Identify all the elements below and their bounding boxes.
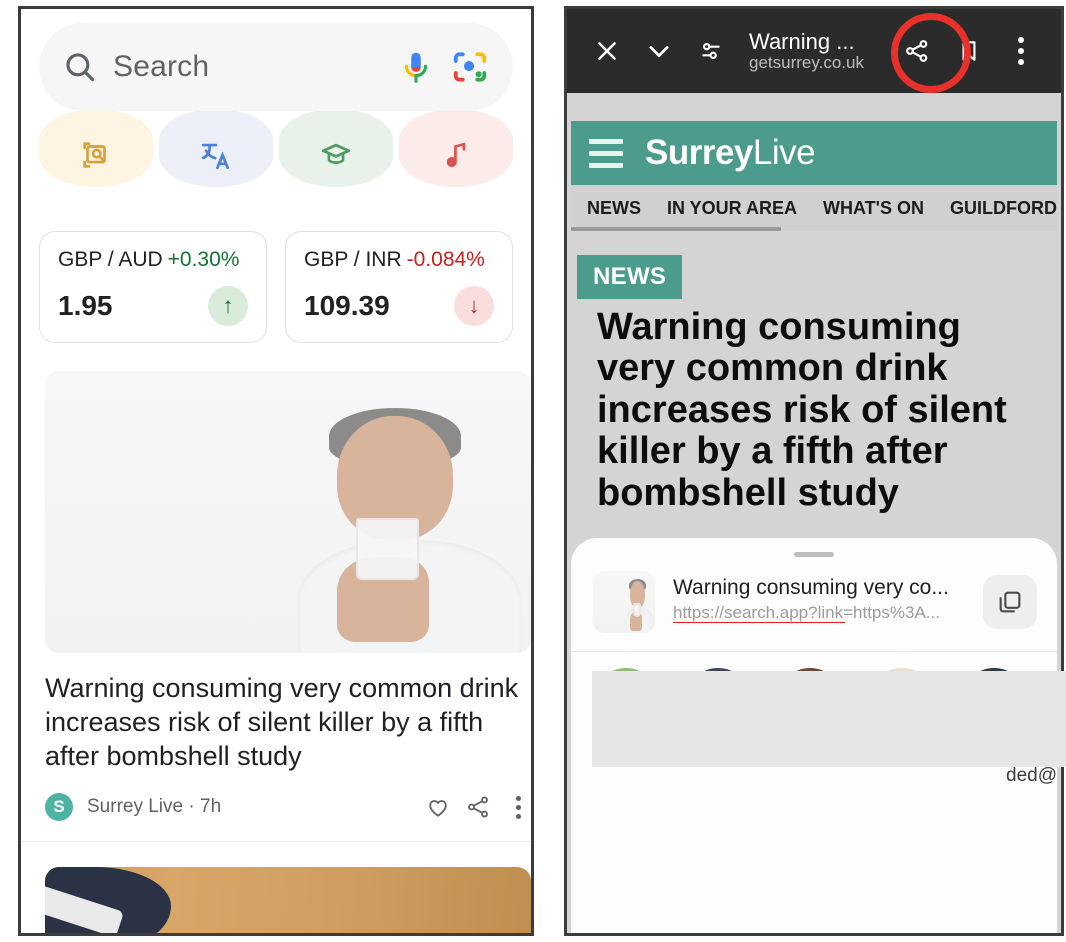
finance-card-partial[interactable]: G 1 [531, 231, 534, 343]
translate-chip[interactable] [159, 109, 273, 187]
music-note-icon [446, 142, 466, 168]
article-headline[interactable]: Warning consuming very common drink incr… [45, 671, 531, 773]
link-title: Warning consuming very co... [673, 576, 949, 599]
bookmark-icon [962, 41, 976, 61]
browser-menu-button[interactable] [995, 23, 1047, 79]
microphone-icon[interactable] [397, 48, 435, 86]
overflow-menu-icon[interactable] [505, 795, 531, 819]
trend-down-icon: ↓ [454, 286, 494, 326]
google-lens-icon[interactable] [451, 48, 489, 86]
share-button[interactable] [891, 23, 943, 79]
page-title-block[interactable]: Warning ... getsurrey.co.uk [737, 29, 891, 73]
page-info-button[interactable] [685, 23, 737, 79]
source-avatar: S [45, 793, 73, 822]
source-label: Surrey Live [87, 796, 184, 818]
overflow-menu-icon [1018, 37, 1024, 65]
hamburger-menu-icon[interactable] [589, 138, 623, 168]
redacted-email-fragment: ded@ [1006, 765, 1057, 786]
finance-card[interactable]: GBP / INR -0.084% 109.39 ↓ [285, 231, 513, 343]
graduation-cap-icon [321, 143, 351, 164]
meta-separator: · [188, 796, 195, 818]
browser-share-panel: Warning ... getsurrey.co.uk SurreyLive N… [564, 6, 1064, 936]
search-input[interactable]: Search [113, 50, 381, 84]
change-percent: +0.30% [167, 248, 240, 271]
translate-icon [201, 143, 229, 170]
time-ago: 7h [200, 796, 222, 818]
chevron-down-icon [649, 46, 669, 58]
site-logo[interactable]: SurreyLive [645, 133, 816, 173]
share-link-preview[interactable]: Warning consuming very co... https://sea… [571, 557, 1057, 651]
copy-link-icon [999, 591, 1021, 613]
rate-value: 109.39 [304, 290, 390, 321]
nav-item-news[interactable]: NEWS [587, 198, 641, 219]
redaction-overlay [592, 671, 1066, 767]
bookmark-button[interactable] [943, 23, 995, 79]
heart-icon[interactable] [425, 794, 451, 820]
nav-item-guildford[interactable]: GUILDFORD [950, 198, 1057, 219]
section-tag-news[interactable]: NEWS [577, 255, 683, 299]
nav-item-whats-on[interactable]: WHAT'S ON [823, 198, 924, 219]
nav-scroll-indicator[interactable] [571, 227, 781, 231]
finance-card[interactable]: GBP / AUD +0.30% 1.95 ↑ [39, 231, 267, 343]
tune-settings-icon [702, 42, 720, 60]
link-url[interactable]: https://search.app?link=https%3A... [673, 603, 940, 623]
rate-value: 1.95 [58, 290, 113, 321]
next-article-thumbnail[interactable] [45, 867, 531, 933]
close-icon [598, 42, 616, 60]
link-thumbnail [593, 571, 655, 633]
photo-chisel-on-wood [45, 867, 531, 933]
site-header: SurreyLive [571, 121, 1057, 185]
trend-up-icon: ↑ [208, 286, 248, 326]
photo-man-drinking-milk [593, 571, 655, 633]
feature-chip-row [39, 109, 513, 187]
screenshot-stage: Search GBP / AUD +0.30% 1.95 ↑ GBP / INR… [0, 0, 1066, 942]
finance-card-carousel[interactable]: GBP / AUD +0.30% 1.95 ↑ GBP / INR -0.084% … [39, 231, 534, 349]
article-headline: Warning consuming very common drink incr… [597, 306, 1007, 514]
music-search-chip[interactable] [399, 109, 513, 187]
share-icon[interactable] [465, 794, 491, 820]
google-app-panel: Search GBP / AUD +0.30% 1.95 ↑ GBP / INR… [18, 6, 534, 936]
search-bar[interactable]: Search [39, 23, 513, 111]
page-title: Warning ... [749, 29, 855, 54]
page-url: getsurrey.co.uk [749, 53, 864, 72]
image-search-icon [83, 142, 106, 168]
site-nav: NEWS IN YOUR AREA WHAT'S ON GUILDFORD [571, 185, 1057, 231]
photo-man-drinking-milk [45, 371, 531, 653]
news-article-card[interactable]: Warning consuming very common drink incr… [45, 371, 531, 822]
collapse-button[interactable] [633, 23, 685, 79]
article-meta-row: S Surrey Live · 7h [45, 793, 531, 822]
list-divider [21, 841, 531, 842]
share-icon [906, 40, 928, 62]
nav-item-in-your-area[interactable]: IN YOUR AREA [667, 198, 797, 219]
source-name: Surrey Live · 7h [87, 796, 411, 818]
article-thumbnail [45, 371, 531, 653]
site-logo-bold: Surrey [645, 133, 753, 172]
image-search-chip[interactable] [39, 109, 153, 187]
currency-pair: GBP / INR [304, 248, 402, 271]
search-icon [66, 53, 95, 82]
browser-toolbar: Warning ... getsurrey.co.uk [567, 9, 1061, 93]
currency-pair: GBP / AUD [58, 248, 163, 271]
url-highlight-annotation [673, 622, 845, 623]
change-percent: -0.084% [406, 248, 485, 271]
link-url-text: https://search.app?link=https%3A... [673, 603, 940, 622]
homework-chip[interactable] [279, 109, 393, 187]
site-logo-light: Live [752, 133, 816, 172]
close-button[interactable] [581, 23, 633, 79]
copy-link-button[interactable] [983, 575, 1037, 629]
